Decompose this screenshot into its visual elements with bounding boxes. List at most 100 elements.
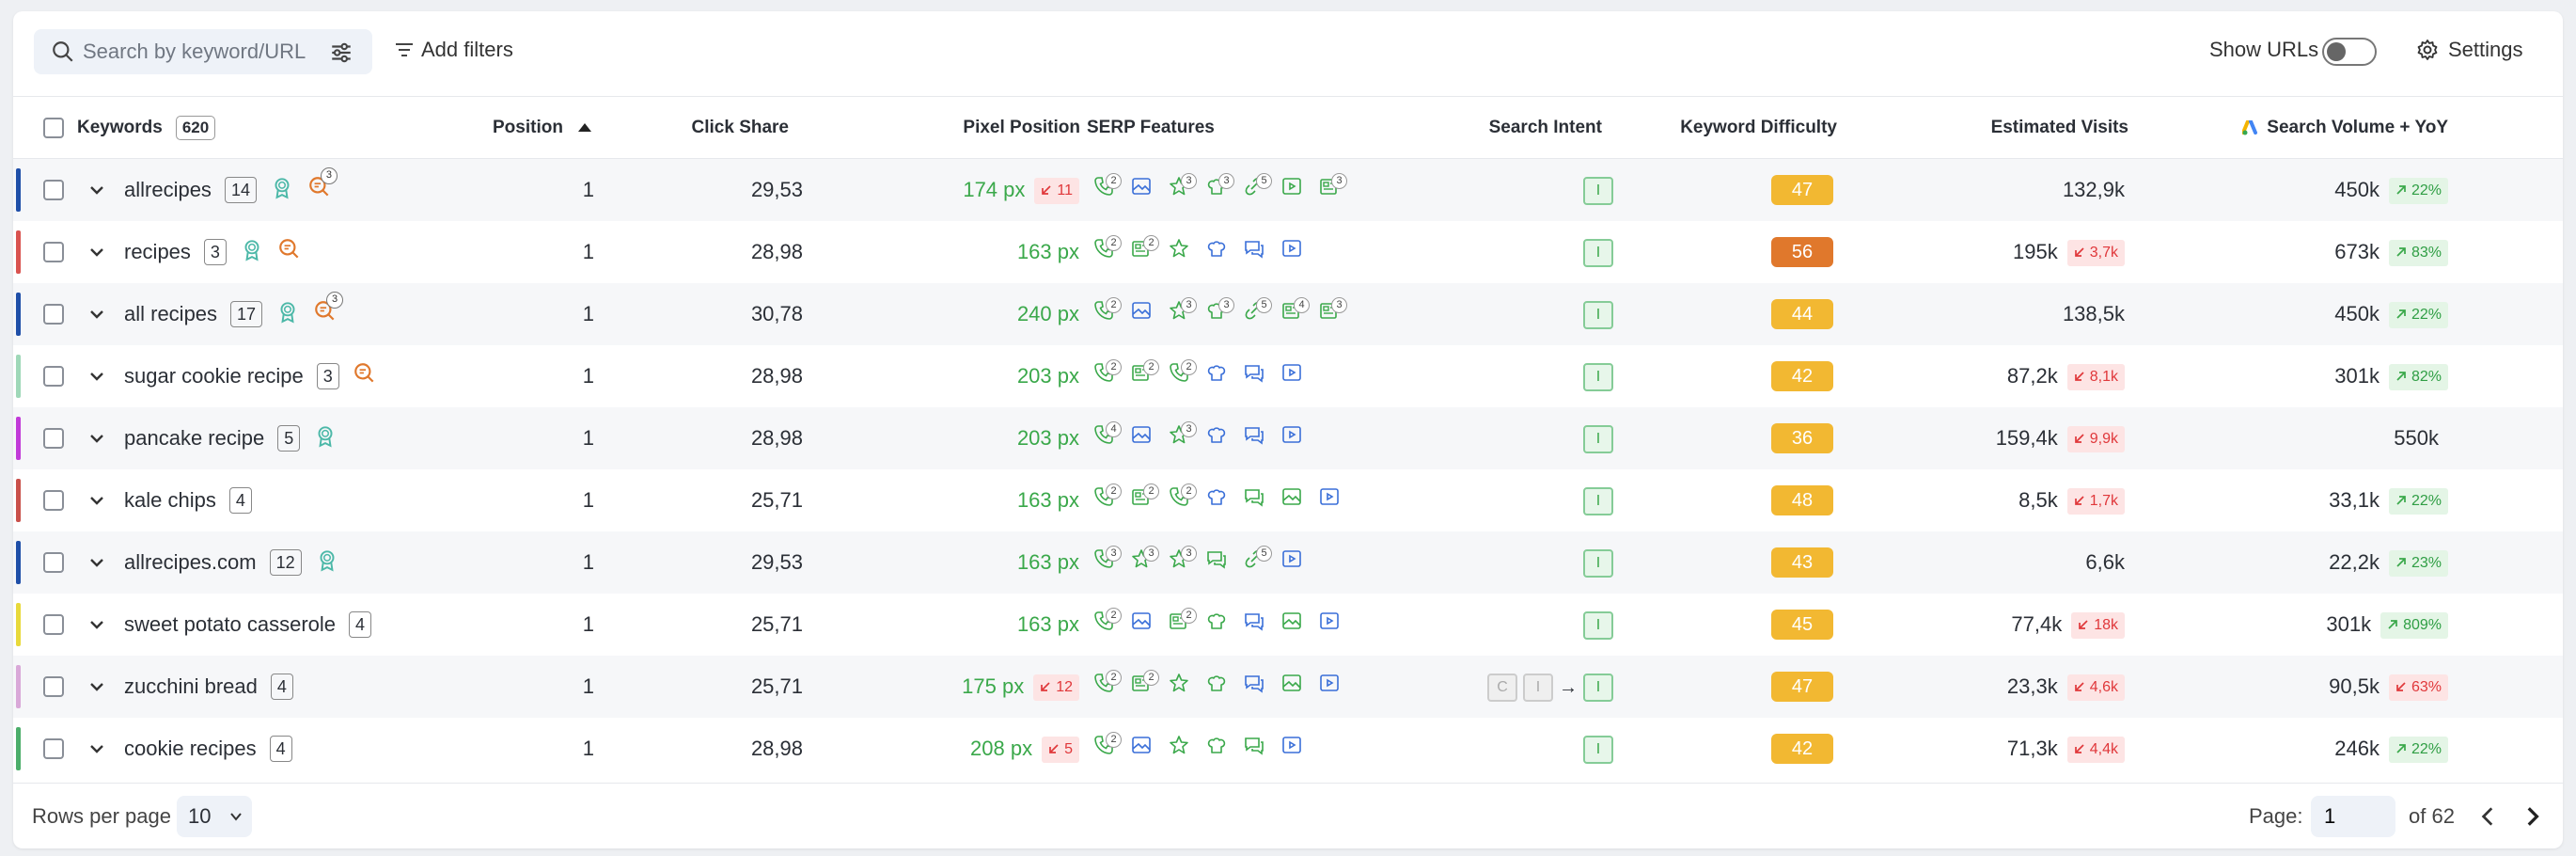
table-row[interactable]: kale chips 4 1 25,71 163 px 222 I 48 8,5… <box>13 469 2563 531</box>
yoy-change-value: 22% <box>2411 493 2442 510</box>
expand-row-chevron-icon[interactable] <box>88 306 105 323</box>
col-keyword-difficulty[interactable]: Keyword Difficulty <box>1649 97 1837 158</box>
search-volume-cell: 246k 22% <box>2175 718 2448 780</box>
recipes-chef-icon <box>1205 734 1235 764</box>
total-pages: 62 <box>2431 804 2455 828</box>
table-footer: Rows per page 10 Page: of 62 <box>13 783 2563 848</box>
expand-row-chevron-icon[interactable] <box>88 740 105 757</box>
estimated-visits-value: 159,4k <box>1995 426 2058 450</box>
pixel-position-cell: 208 px 5 <box>897 718 1079 780</box>
keyword-text[interactable]: pancake recipe <box>124 426 264 451</box>
row-checkbox[interactable] <box>43 490 64 511</box>
video-icon <box>1280 547 1311 578</box>
keyword-text[interactable]: allrecipes <box>124 178 212 202</box>
table-row[interactable]: recipes 3 1 28,98 163 px 22 I 56 195k 3,7… <box>13 221 2563 283</box>
expand-row-chevron-icon[interactable] <box>88 616 105 633</box>
col-keywords[interactable]: Keywords 620 <box>77 97 216 158</box>
intent-badge: I <box>1583 239 1613 268</box>
expand-row-chevron-icon[interactable] <box>88 554 105 571</box>
add-filters-button[interactable]: Add filters <box>395 38 513 62</box>
yoy-change-badge: 22% <box>2388 488 2448 515</box>
keyword-text[interactable]: sweet potato casserole <box>124 612 336 637</box>
recipes-chef-icon <box>1205 485 1235 515</box>
click-share-value: 25,71 <box>750 612 803 636</box>
expand-row-chevron-icon[interactable] <box>88 678 105 695</box>
previous-page-icon[interactable] <box>2476 804 2501 829</box>
col-estimated-visits[interactable]: Estimated Visits <box>1922 97 2128 158</box>
search-volume-value: 301k <box>2334 364 2380 388</box>
search-intent-cell: I <box>1386 469 1613 531</box>
estimated-visits-value: 8,5k <box>2018 488 2058 512</box>
row-checkbox[interactable] <box>43 180 64 200</box>
keyword-text[interactable]: sugar cookie recipe <box>124 364 304 388</box>
recipes-chef-icon: 3 <box>1205 173 1235 205</box>
keyword-text[interactable]: cookie recipes <box>124 737 257 761</box>
keyword-difficulty-badge: 36 <box>1771 423 1833 453</box>
row-checkbox[interactable] <box>43 366 64 387</box>
col-position[interactable]: Position <box>493 97 591 158</box>
row-checkbox[interactable] <box>43 738 64 759</box>
keyword-text[interactable]: zucchini bread <box>124 674 258 699</box>
serp-features-cell: 23353 <box>1092 159 1348 221</box>
table-row[interactable]: allrecipes 14 3 1 29,53 174 px 11 23353 I… <box>13 159 2563 221</box>
table-row[interactable]: sweet potato casserole 4 1 25,71 163 px … <box>13 594 2563 656</box>
row-checkbox[interactable] <box>43 242 64 262</box>
row-checkbox[interactable] <box>43 428 64 449</box>
table-row[interactable]: sugar cookie recipe 3 1 28,98 203 px 222… <box>13 345 2563 407</box>
recipes-chef-icon: 3 <box>1205 297 1235 329</box>
discussions-icon <box>1205 547 1235 578</box>
col-search-volume[interactable]: Search Volume + YoY <box>2213 97 2448 158</box>
image-pack-icon <box>1130 734 1160 764</box>
pixel-position-cell: 203 px <box>897 407 1079 469</box>
row-checkbox[interactable] <box>43 676 64 697</box>
expand-row-chevron-icon[interactable] <box>88 368 105 385</box>
expand-row-chevron-icon[interactable] <box>88 492 105 509</box>
table-row[interactable]: allrecipes.com 12 1 29,53 163 px 3335 I … <box>13 531 2563 594</box>
col-serp-features[interactable]: SERP Features <box>1087 97 1215 158</box>
col-pixel-position[interactable]: Pixel Position <box>916 97 1080 158</box>
table-row[interactable]: zucchini bread 4 1 25,71 175 px 12 22 C I →… <box>13 656 2563 718</box>
select-all-checkbox[interactable] <box>43 118 64 138</box>
table-row[interactable]: pancake recipe 5 1 28,98 203 px 43 I 36 … <box>13 407 2563 469</box>
table-row[interactable]: all recipes 17 3 1 30,78 240 px 233543 I… <box>13 283 2563 345</box>
table-row[interactable]: cookie recipes 4 1 28,98 208 px 5 2 I 42 … <box>13 718 2563 780</box>
keyword-text[interactable]: all recipes <box>124 302 217 326</box>
position-value: 1 <box>582 178 594 201</box>
expand-row-chevron-icon[interactable] <box>88 182 105 198</box>
search-input[interactable] <box>81 39 320 65</box>
phone-feature-icon: 2 <box>1168 359 1198 391</box>
yoy-change-badge: 83% <box>2388 240 2448 267</box>
visits-change-value: 4,6k <box>2089 679 2118 696</box>
show-urls-toggle[interactable] <box>2322 38 2377 66</box>
page-number-input[interactable] <box>2311 796 2395 837</box>
keyword-difficulty-badge: 44 <box>1771 299 1833 329</box>
phone-feature-icon: 2 <box>1092 173 1123 205</box>
pixel-position-value: 240 px <box>1016 302 1079 325</box>
row-checkbox[interactable] <box>43 614 64 635</box>
reviews-star-icon: 3 <box>1168 546 1198 578</box>
settings-button[interactable]: Settings <box>2416 38 2523 62</box>
previous-intent-badge: I <box>1523 674 1553 703</box>
expand-row-chevron-icon[interactable] <box>88 244 105 261</box>
keyword-text[interactable]: allrecipes.com <box>124 550 257 575</box>
click-share-value: 28,98 <box>750 737 803 760</box>
image-pack-icon <box>1130 175 1160 205</box>
keyword-cell: all recipes 17 3 <box>124 283 344 345</box>
row-checkbox[interactable] <box>43 552 64 573</box>
row-color-tag <box>16 603 21 646</box>
keyword-text[interactable]: recipes <box>124 240 191 264</box>
search-volume-value: 673k <box>2334 240 2380 263</box>
row-color-tag <box>16 355 21 398</box>
next-page-icon[interactable] <box>2520 804 2544 829</box>
rows-per-page-select[interactable]: 10 <box>177 796 252 837</box>
position-value: 1 <box>582 737 594 760</box>
expand-row-chevron-icon[interactable] <box>88 430 105 447</box>
award-icon <box>275 299 300 329</box>
search-intent-cell: I <box>1386 283 1613 345</box>
col-click-share[interactable]: Click Share <box>671 97 790 158</box>
search-box[interactable] <box>34 29 372 74</box>
row-checkbox[interactable] <box>43 304 64 325</box>
col-search-intent[interactable]: Search Intent <box>1423 97 1602 158</box>
keyword-text[interactable]: kale chips <box>124 488 216 513</box>
filter-settings-icon[interactable] <box>329 40 353 65</box>
